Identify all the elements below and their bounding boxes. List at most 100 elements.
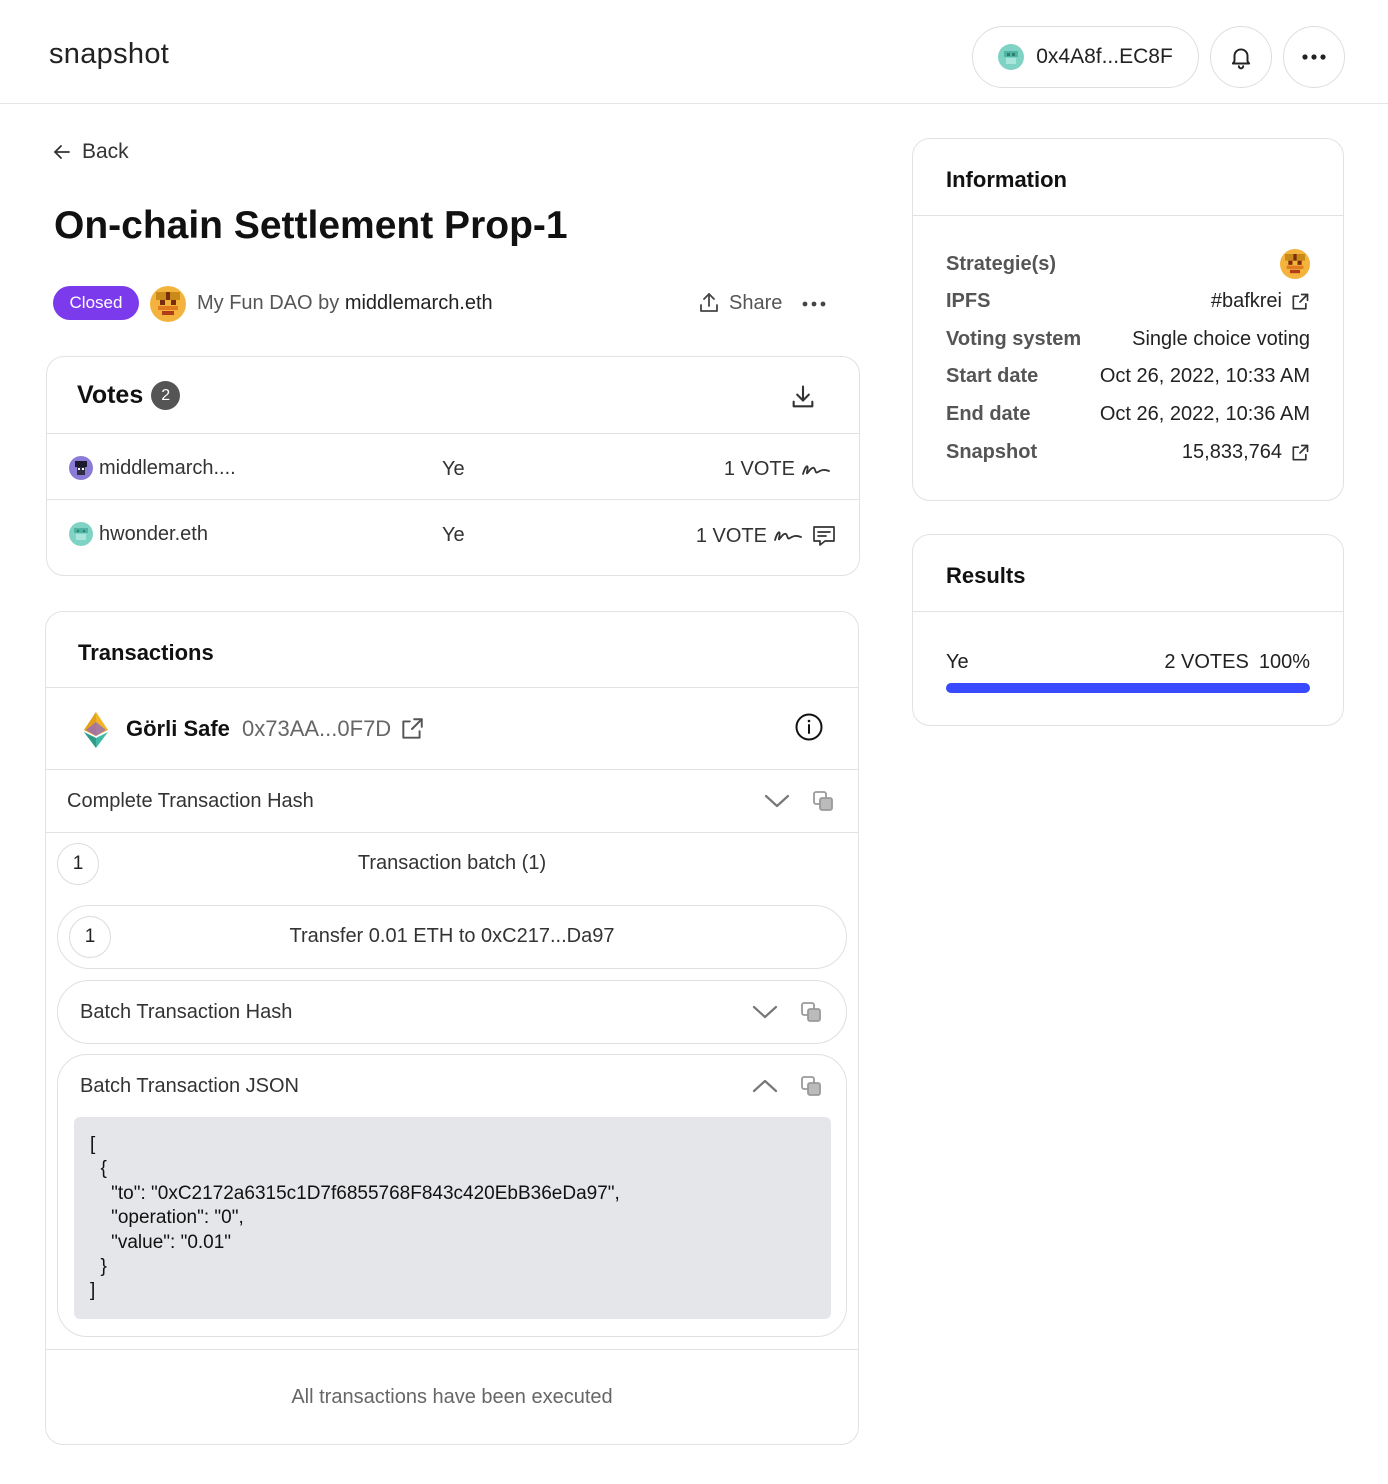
result-progress-track <box>946 683 1310 693</box>
proposal-more-icon[interactable] <box>800 290 828 318</box>
info-row-voting-system: Voting system Single choice voting <box>946 328 1310 358</box>
transactions-card: Transactions Görli Safe 0x73AA...0F7D Co… <box>45 611 859 1445</box>
information-card: Information Strategie(s) IPFS #bafkrei V… <box>912 138 1344 501</box>
ipfs-link[interactable]: #bafkrei <box>1211 290 1310 313</box>
author-name[interactable]: middlemarch.eth <box>345 292 493 314</box>
batch-json-code[interactable]: [ { "to": "0xC2172a6315c1D7f6855768F843c… <box>74 1117 831 1319</box>
strategies-label: Strategie(s) <box>946 253 1057 275</box>
voter-avatar-icon <box>69 456 93 480</box>
by-word: by <box>318 292 340 314</box>
chevron-down-icon[interactable] <box>764 792 790 810</box>
back-label: Back <box>82 140 129 163</box>
space-name[interactable]: My Fun DAO <box>197 292 313 314</box>
snapshot-link[interactable]: 15,833,764 <box>1182 441 1310 464</box>
safe-address-link[interactable]: 0x73AA...0F7D <box>242 716 425 742</box>
complete-hash-label: Complete Transaction Hash <box>67 790 314 812</box>
vote-power-label: 1 VOTE <box>723 458 795 480</box>
snapshot-label: Snapshot <box>946 441 1038 463</box>
chevron-down-icon[interactable] <box>752 1003 778 1021</box>
result-votes: 2 VOTES 100% <box>1154 651 1310 674</box>
status-badge: Closed <box>53 286 139 320</box>
voting-system-value: Single choice voting <box>1132 328 1310 350</box>
notifications-button[interactable] <box>1210 26 1272 88</box>
proposal-title: On-chain Settlement Prop-1 <box>54 204 568 247</box>
information-header: Information <box>913 139 1343 216</box>
ipfs-value: #bafkrei <box>1210 290 1282 312</box>
end-date-value: Oct 26, 2022, 10:36 AM <box>1099 403 1310 425</box>
dao-avatar-icon[interactable] <box>150 286 186 322</box>
vote-row: hwonder.eth Ye 1 VOTE <box>47 500 859 566</box>
voter[interactable]: hwonder.eth <box>69 522 208 546</box>
comment-icon[interactable] <box>811 524 837 548</box>
copy-icon[interactable] <box>812 790 834 812</box>
info-row-strategies: Strategie(s) <box>946 249 1310 283</box>
vote-power: 1 VOTE <box>724 458 831 481</box>
share-icon <box>700 293 718 312</box>
ipfs-label: IPFS <box>946 290 991 312</box>
chevron-up-icon[interactable] <box>752 1077 778 1095</box>
snapshot-logo[interactable]: snapshot <box>49 38 169 71</box>
information-title: Information <box>946 167 1067 192</box>
voter-name: middlemarch.... <box>99 456 236 479</box>
start-date-value: Oct 26, 2022, 10:33 AM <box>1099 365 1310 387</box>
votes-header: Votes 2 <box>47 357 859 434</box>
voter-name: hwonder.eth <box>99 522 208 545</box>
copy-icon[interactable] <box>800 1075 822 1097</box>
voting-system-label: Voting system <box>946 328 1082 350</box>
end-date-label: End date <box>946 403 1031 425</box>
transactions-header: Transactions <box>46 612 858 688</box>
complete-hash-row[interactable]: Complete Transaction Hash <box>46 770 858 833</box>
external-link-icon <box>1292 293 1309 309</box>
info-icon[interactable] <box>794 712 824 742</box>
signature-icon[interactable] <box>801 460 831 480</box>
vote-power-label: 1 VOTE <box>695 524 767 547</box>
results-card: Results Ye 2 VOTES 100% <box>912 534 1344 726</box>
result-choice: Ye <box>946 651 969 673</box>
transfer-item[interactable]: 1 Transfer 0.01 ETH to 0xC217...Da97 <box>57 905 847 969</box>
external-link-icon <box>1292 444 1309 460</box>
safe-address: 0x73AA...0F7D <box>242 716 392 741</box>
voter[interactable]: middlemarch.... <box>69 456 236 480</box>
share-button[interactable]: Share <box>697 291 782 315</box>
votes-count-badge: 2 <box>151 381 181 410</box>
result-progress-bar <box>946 683 1310 693</box>
account-button[interactable]: 0x4A8f...EC8F <box>972 26 1199 88</box>
executed-footer: All transactions have been executed <box>46 1349 858 1444</box>
votes-title: Votes 2 <box>77 381 181 410</box>
batch-json-label: Batch Transaction JSON <box>80 1075 299 1097</box>
batch-json-text: [ { "to": "0xC2172a6315c1D7f6855768F843c… <box>90 1134 620 1302</box>
proposal-space-author: My Fun DAO by middlemarch.eth <box>197 292 493 315</box>
safe-name: Görli Safe <box>126 716 230 741</box>
copy-icon[interactable] <box>800 1001 822 1023</box>
batch-hash-label: Batch Transaction Hash <box>80 1001 293 1023</box>
strategies-value[interactable] <box>1272 249 1310 279</box>
info-row-end-date: End date Oct 26, 2022, 10:36 AM <box>946 403 1310 433</box>
external-link-icon <box>402 718 423 739</box>
back-link[interactable]: Back <box>52 140 129 164</box>
votes-card: Votes 2 middlemarch.... Ye 1 VOTE hwonde… <box>46 356 860 576</box>
transactions-title: Transactions <box>78 640 214 665</box>
info-row-start-date: Start date Oct 26, 2022, 10:33 AM <box>946 365 1310 395</box>
batch-hash-row[interactable]: Batch Transaction Hash <box>57 980 847 1044</box>
batch-json-panel: Batch Transaction JSON [ { "to": "0xC217… <box>57 1054 847 1337</box>
download-icon[interactable] <box>789 383 817 411</box>
safe-row: Görli Safe 0x73AA...0F7D <box>46 688 858 770</box>
votes-title-label: Votes <box>77 381 144 409</box>
vote-choice: Ye <box>442 524 465 546</box>
results-title: Results <box>946 563 1026 588</box>
header-more-button[interactable] <box>1283 26 1345 88</box>
ethereum-icon <box>84 712 108 748</box>
result-votes-count: 2 VOTES <box>1164 651 1249 673</box>
signature-icon[interactable] <box>773 526 803 546</box>
bell-icon <box>1231 48 1251 70</box>
start-date-label: Start date <box>946 365 1039 387</box>
transfer-label: Transfer 0.01 ETH to 0xC217...Da97 <box>289 925 615 947</box>
executed-text: All transactions have been executed <box>291 1386 613 1408</box>
account-avatar-icon <box>998 44 1025 70</box>
result-percent: 100% <box>1258 651 1310 673</box>
strategy-avatar-icon <box>1280 249 1310 279</box>
vote-power: 1 VOTE <box>696 524 837 548</box>
more-horizontal-icon <box>1302 54 1326 60</box>
arrow-left-icon <box>54 145 70 159</box>
results-header: Results <box>913 535 1343 612</box>
